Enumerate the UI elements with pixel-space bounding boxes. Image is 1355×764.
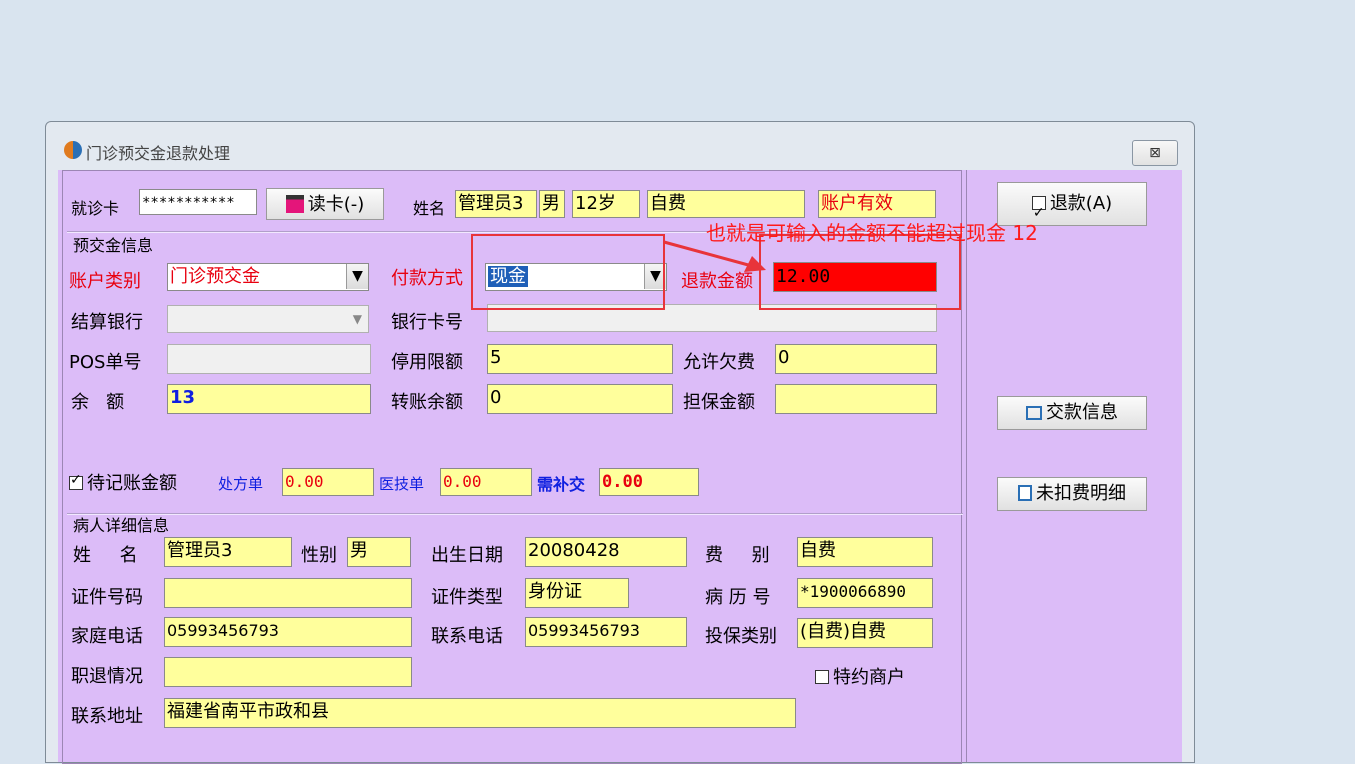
pending-label: 待记账金额 xyxy=(87,473,177,494)
read-card-button[interactable]: 读卡(-) xyxy=(266,188,384,220)
record-label: 病 历 号 xyxy=(705,587,771,608)
card-name-field: 管理员3 xyxy=(455,190,537,218)
window-title: 门诊预交金退款处理 xyxy=(86,144,231,163)
prepay-section-title: 预交金信息 xyxy=(73,236,154,255)
balance-label: 余 额 xyxy=(71,392,125,413)
card-label: 就诊卡 xyxy=(71,199,120,218)
checkbox-icon[interactable] xyxy=(69,472,83,490)
address-label: 联系地址 xyxy=(71,706,143,727)
patient-name-field: 管理员3 xyxy=(164,537,292,567)
check-icon xyxy=(1031,192,1046,234)
medtech-label: 医技单 xyxy=(379,475,425,493)
home-phone-field: 05993456793 xyxy=(164,617,412,647)
record-field: *1900066890 xyxy=(797,578,933,608)
card-reader-icon xyxy=(285,195,304,213)
pos-label: POS单号 xyxy=(69,352,142,373)
app-icon xyxy=(64,141,82,159)
name-label: 姓名 xyxy=(413,199,446,218)
id-type-label: 证件类型 xyxy=(431,587,503,608)
special-merchant-label: 特约商户 xyxy=(833,667,905,688)
contact-phone-field: 05993456793 xyxy=(525,617,687,647)
allow-debt-label: 允许欠费 xyxy=(683,352,755,373)
guarantee-field xyxy=(775,384,937,414)
transfer-balance-field: 0 xyxy=(487,384,673,414)
chevron-down-icon[interactable]: ▼ xyxy=(346,264,368,289)
action-panel: 退款(A) 交款信息 未扣费明细 xyxy=(966,170,1183,762)
insurance-field: (自费)自费 xyxy=(797,618,933,648)
card-sex-field: 男 xyxy=(539,190,565,218)
birth-label: 出生日期 xyxy=(431,545,503,566)
special-merchant-checkbox[interactable]: 特约商户 xyxy=(815,663,905,689)
patient-name-label: 姓 名 xyxy=(73,545,138,566)
card-number-field[interactable]: *********** xyxy=(139,189,257,215)
pending-checkbox[interactable]: 待记账金额 xyxy=(69,469,177,495)
pay-method-highlight xyxy=(471,234,665,310)
payment-info-label: 交款信息 xyxy=(1046,402,1118,423)
contact-phone-label: 联系电话 xyxy=(431,626,503,647)
payment-info-button[interactable]: 交款信息 xyxy=(997,396,1147,430)
supplement-label: 需补交 xyxy=(537,475,586,494)
pos-field[interactable] xyxy=(167,344,371,374)
account-status-field: 账户有效 xyxy=(818,190,936,218)
title-bar: 门诊预交金退款处理 ⊠ xyxy=(46,122,1194,170)
close-button[interactable]: ⊠ xyxy=(1132,140,1178,166)
birth-field: 20080428 xyxy=(525,537,687,567)
read-card-label: 读卡(-) xyxy=(307,194,365,215)
card-age-field: 12岁 xyxy=(572,190,640,218)
patient-section-title: 病人详细信息 xyxy=(73,516,170,535)
document-icon xyxy=(1018,485,1032,501)
stop-limit-field: 5 xyxy=(487,344,673,374)
card-fee-type-field: 自费 xyxy=(647,190,805,218)
annotation-text: 也就是可输入的金额不能超过现金 12 xyxy=(706,221,1038,245)
bank-label: 结算银行 xyxy=(71,312,143,333)
retire-label: 职退情况 xyxy=(71,666,143,687)
address-field: 福建省南平市政和县 xyxy=(164,698,796,728)
fee-field: 自费 xyxy=(797,537,933,567)
undeducted-details-button[interactable]: 未扣费明细 xyxy=(997,477,1147,511)
refund-button-label: 退款(A) xyxy=(1049,193,1113,214)
stop-limit-label: 停用限额 xyxy=(391,352,463,373)
pay-method-label: 付款方式 xyxy=(391,268,463,289)
account-type-label: 账户类别 xyxy=(69,271,141,292)
undeducted-details-label: 未扣费明细 xyxy=(1036,483,1126,504)
fee-label: 费 别 xyxy=(705,545,770,566)
bank-select[interactable]: ▼ xyxy=(167,305,369,333)
balance-field: 13 xyxy=(167,384,371,414)
patient-sex-label: 性别 xyxy=(301,545,337,566)
prescription-field: 0.00 xyxy=(282,468,374,496)
medtech-field: 0.00 xyxy=(440,468,532,496)
retire-field xyxy=(164,657,412,687)
id-label: 证件号码 xyxy=(71,587,143,608)
checkbox-icon[interactable] xyxy=(815,670,829,684)
account-type-select[interactable]: 门诊预交金 ▼ xyxy=(167,263,369,291)
table-icon xyxy=(1026,406,1042,420)
id-type-field: 身份证 xyxy=(525,578,629,608)
patient-sex-field: 男 xyxy=(347,537,411,567)
insurance-label: 投保类别 xyxy=(705,626,777,647)
allow-debt-field: 0 xyxy=(775,344,937,374)
chevron-down-icon[interactable]: ▼ xyxy=(353,306,362,332)
id-field xyxy=(164,578,412,608)
supplement-field: 0.00 xyxy=(599,468,699,496)
account-type-value: 门诊预交金 xyxy=(170,266,260,287)
patient-divider xyxy=(67,513,963,515)
transfer-balance-label: 转账余额 xyxy=(391,392,463,413)
home-phone-label: 家庭电话 xyxy=(71,626,143,647)
guarantee-label: 担保金额 xyxy=(683,392,755,413)
bank-card-label: 银行卡号 xyxy=(391,312,463,333)
prescription-label: 处方单 xyxy=(218,475,264,493)
